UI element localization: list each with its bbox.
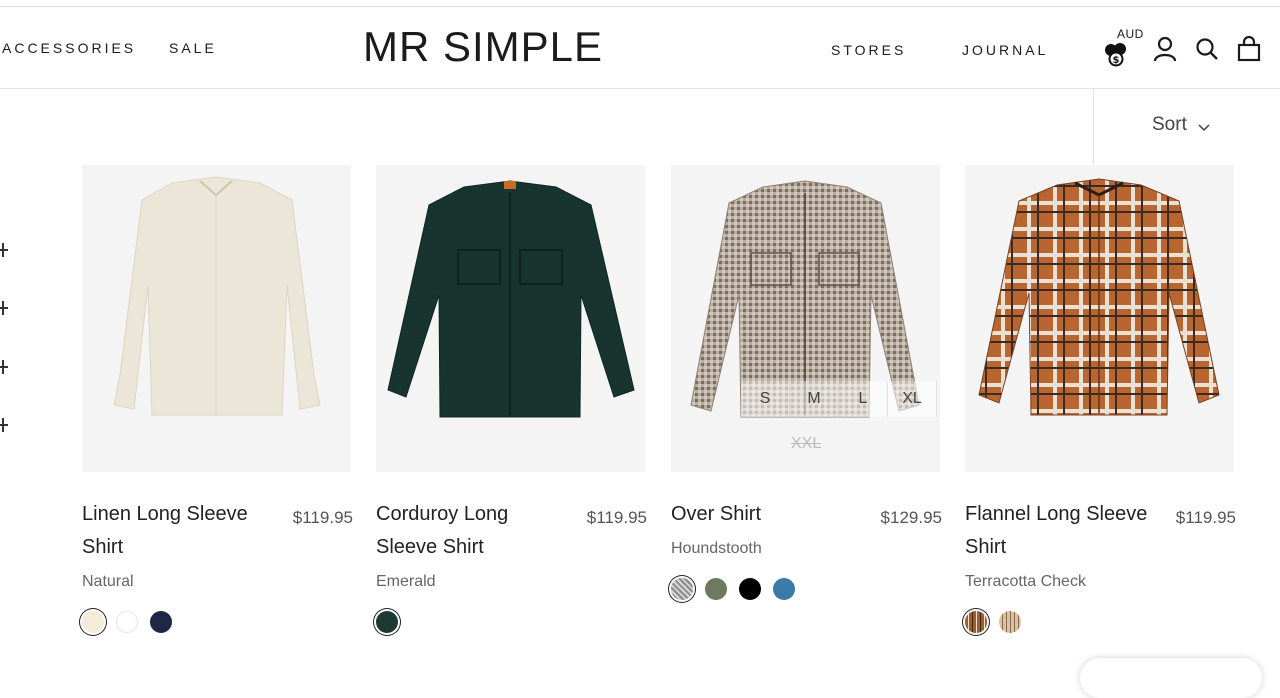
product-card[interactable]: Corduroy Long Sleeve Shirt $119.95 Emera… (376, 165, 647, 633)
color-swatch[interactable] (82, 611, 104, 633)
color-swatch[interactable] (671, 578, 693, 600)
nav-sale[interactable]: SALE (169, 40, 217, 56)
nav-journal[interactable]: JOURNAL (962, 42, 1048, 58)
product-price: $119.95 (292, 508, 353, 527)
product-image[interactable]: S M L XL XXL (671, 165, 940, 472)
filter-expand-plus-icon[interactable] (0, 301, 8, 315)
product-variant: Houndstooth (671, 540, 762, 557)
color-swatch[interactable] (773, 578, 795, 600)
size-selector: S M L XL (741, 381, 937, 417)
product-card[interactable]: Linen Long Sleeve Shirt $119.95 Natural (82, 165, 353, 633)
product-variant: Terracotta Check (965, 573, 1086, 590)
brand-logo[interactable]: MR SIMPLE (363, 23, 603, 71)
color-swatch[interactable] (116, 611, 138, 633)
product-image[interactable] (82, 165, 351, 472)
search-icon[interactable] (1193, 35, 1221, 63)
color-swatch[interactable] (705, 578, 727, 600)
product-price: $129.95 (880, 508, 942, 527)
size-option[interactable]: S (741, 381, 790, 417)
size-option-soldout: XXL (791, 435, 822, 452)
color-swatch[interactable] (739, 578, 761, 600)
product-image[interactable] (376, 165, 645, 472)
chevron-down-icon (1198, 119, 1210, 137)
product-variant: Natural (82, 573, 134, 590)
currency-selector[interactable]: AUD $ (1103, 27, 1143, 75)
filter-expand-plus-icon[interactable] (0, 243, 8, 257)
size-option[interactable]: M (790, 381, 839, 417)
product-name[interactable]: Over Shirt (671, 498, 861, 531)
color-swatch[interactable] (999, 611, 1021, 633)
sort-label: Sort (1152, 114, 1187, 135)
cart-bag-icon[interactable] (1235, 35, 1263, 63)
currency-code: AUD (1117, 27, 1144, 41)
color-swatch[interactable] (150, 611, 172, 633)
size-option[interactable]: XL (888, 381, 937, 417)
color-swatches (376, 611, 398, 633)
nav-stores[interactable]: STORES (831, 42, 906, 58)
sort-dropdown[interactable]: Sort (1093, 88, 1280, 164)
color-swatches (82, 611, 172, 633)
account-icon[interactable] (1151, 35, 1179, 63)
product-variant: Emerald (376, 573, 436, 590)
currency-coins-icon: $ (1103, 41, 1131, 74)
filter-expand-plus-icon[interactable] (0, 418, 8, 432)
nav-accessories[interactable]: ACCESSORIES (2, 40, 136, 56)
product-price: $119.95 (1175, 508, 1236, 527)
svg-text:$: $ (1113, 55, 1120, 66)
color-swatch[interactable] (376, 611, 398, 633)
color-swatch[interactable] (965, 611, 987, 633)
product-price: $119.95 (586, 508, 647, 527)
size-option[interactable]: L (839, 381, 888, 417)
product-name[interactable]: Flannel Long Sleeve Shirt (965, 498, 1155, 564)
filter-expand-plus-icon[interactable] (0, 360, 8, 374)
color-swatches (965, 611, 1021, 633)
product-image[interactable] (965, 165, 1234, 472)
color-swatches (671, 578, 795, 600)
product-card[interactable]: Flannel Long Sleeve Shirt $119.95 Terrac… (965, 165, 1236, 633)
product-name[interactable]: Corduroy Long Sleeve Shirt (376, 498, 566, 564)
product-card[interactable]: S M L XL XXL Over Shirt $129.95 Houndsto… (671, 165, 942, 600)
product-name[interactable]: Linen Long Sleeve Shirt (82, 498, 272, 564)
site-header: ACCESSORIES SALE MR SIMPLE STORES JOURNA… (0, 7, 1280, 89)
chat-widget-button[interactable] (1080, 658, 1262, 698)
